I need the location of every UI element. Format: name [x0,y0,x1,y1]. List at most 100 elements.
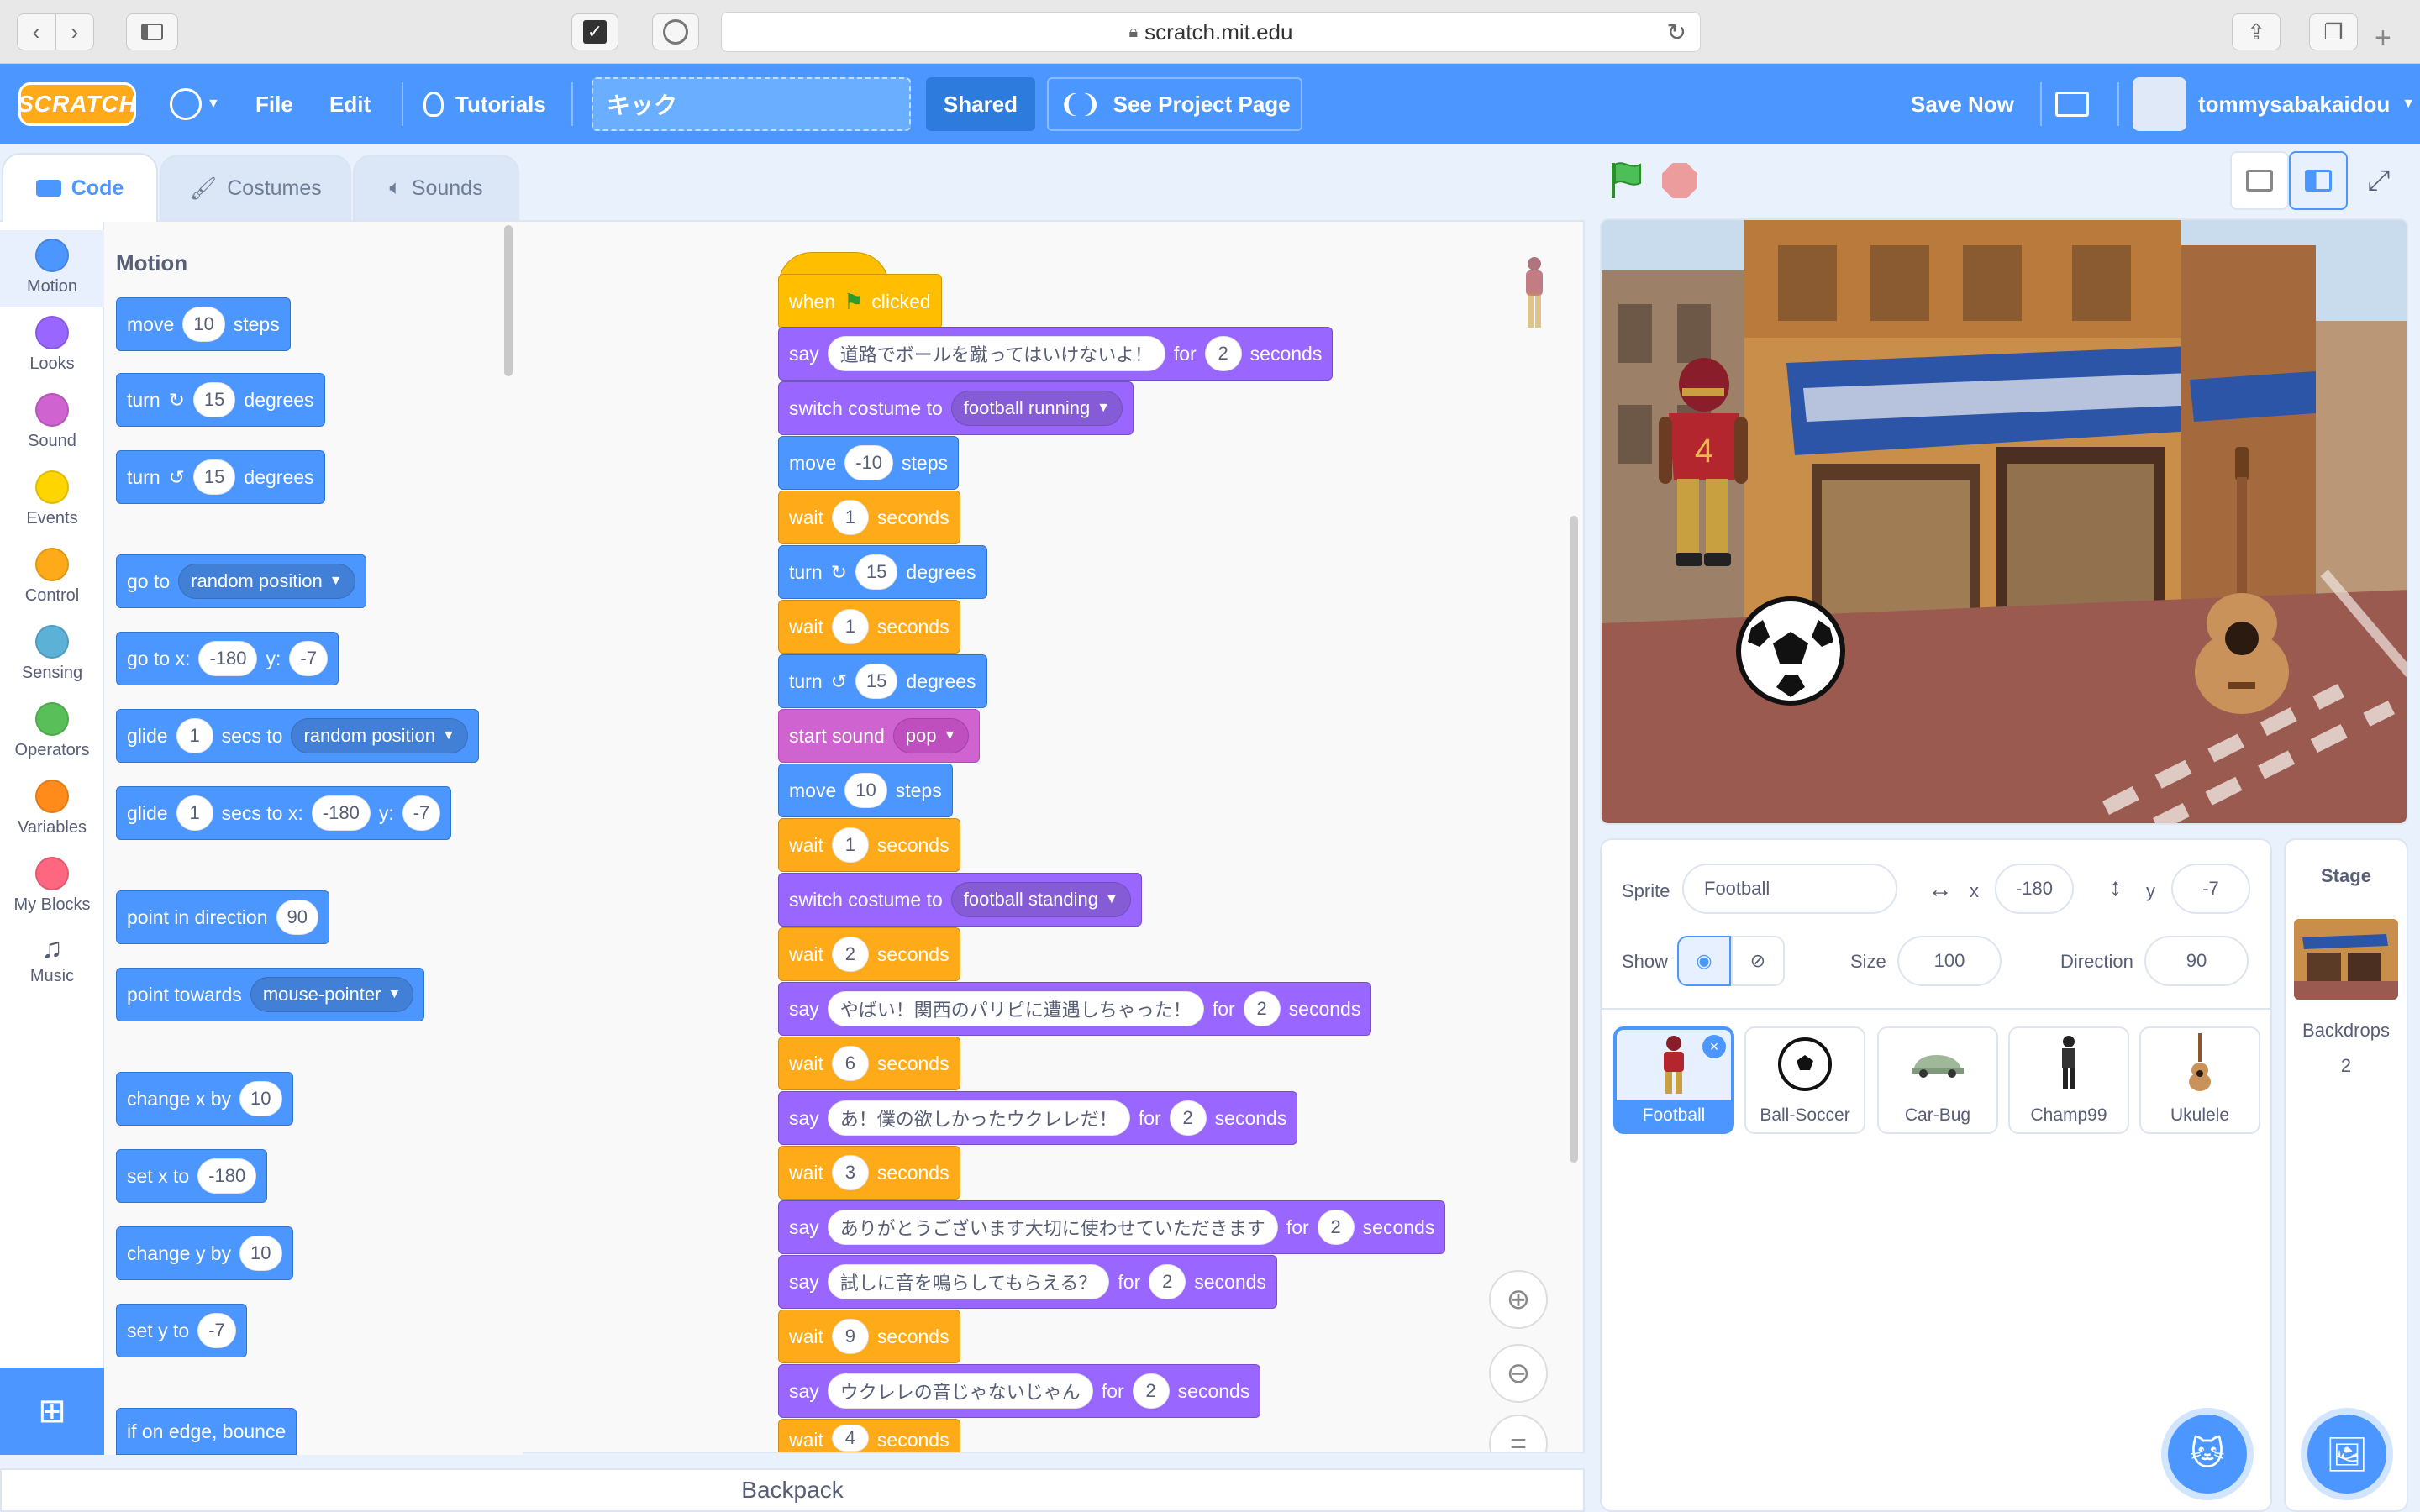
wait-block[interactable]: wait 1 seconds [778,600,960,654]
sprite-tile-football[interactable]: × Football [1613,1026,1734,1134]
number-input[interactable]: 15 [192,459,236,495]
shared-button[interactable]: Shared [926,77,1035,131]
palette-glide-xy-block[interactable]: glide 1 secs to x: -180 y: -7 [116,786,452,840]
file-menu[interactable]: File [255,64,293,144]
text-input[interactable]: ありがとうございます大切に使わせていただきます [827,1210,1278,1245]
y-position-input[interactable]: -7 [2171,864,2250,914]
number-input[interactable]: 4 [831,1425,869,1452]
switch-costume-block[interactable]: switch costume to football standing ▼ [778,873,1142,927]
tutorials-button[interactable]: Tutorials [424,64,546,144]
fullscreen-button[interactable]: ⤢ [2349,151,2408,210]
sprite-tile-car-bug[interactable]: Car-Bug [1877,1026,1998,1134]
forward-button[interactable]: › [55,13,94,50]
reload-icon[interactable]: ↻ [1667,18,1686,46]
palette-set-y-block[interactable]: set y to -7 [116,1304,247,1357]
text-input[interactable]: ウクレレの音じゃないじゃん [827,1373,1093,1409]
sprite-tile-ball-soccer[interactable]: Ball-Soccer [1744,1026,1865,1134]
see-project-page-button[interactable]: ❨❩ See Project Page [1047,77,1302,131]
number-input[interactable]: 15 [855,664,898,699]
tab-sounds[interactable]: 🔈︎ Sounds [353,155,519,220]
number-input[interactable]: -7 [289,641,328,676]
edit-menu[interactable]: Edit [329,64,371,144]
say-for-block[interactable]: say 試しに音を鳴らしてもらえる？ for 2 seconds [778,1255,1277,1309]
palette-change-y-block[interactable]: change y by 10 [116,1226,293,1280]
wait-block[interactable]: wait 1 seconds [778,818,960,872]
number-input[interactable]: 1 [831,500,869,535]
say-for-block[interactable]: say ありがとうございます大切に使わせていただきます for 2 seconds [778,1200,1446,1254]
direction-input[interactable]: 90 [2144,936,2249,986]
sprite-tile-champ99[interactable]: Champ99 [2008,1026,2129,1134]
number-input[interactable]: 2 [1317,1210,1355,1245]
number-input[interactable]: 1 [176,718,213,753]
category-looks[interactable]: Looks [0,307,104,385]
sprite-tile-ukulele[interactable]: Ukulele [2139,1026,2260,1134]
number-input[interactable]: 10 [182,307,225,342]
number-input[interactable]: 2 [831,937,869,972]
number-input[interactable]: -180 [198,641,258,676]
share-button[interactable]: ⇪ [2232,13,2281,50]
number-input[interactable]: 15 [192,382,236,417]
number-input[interactable]: 1 [831,827,869,863]
palette-change-x-block[interactable]: change x by 10 [116,1072,293,1126]
project-title-input[interactable]: キック [592,77,911,131]
text-input[interactable]: あ！僕の欲しかったウクレレだ！ [827,1100,1130,1136]
script-scrollbar[interactable] [1570,516,1578,1163]
delete-sprite-icon[interactable]: × [1702,1035,1726,1058]
number-input[interactable]: 6 [831,1046,869,1081]
new-tab-button[interactable]: + [2375,22,2391,55]
when-flag-clicked-block[interactable]: when ⚑ clicked [778,274,942,329]
dropdown[interactable]: football running ▼ [950,391,1123,426]
number-input[interactable]: -180 [197,1158,257,1194]
palette-bounce-block[interactable]: if on edge, bounce [116,1408,297,1455]
backpack[interactable]: Backpack [0,1468,1585,1512]
account-menu[interactable]: tommysabakaidou ▼ [2133,64,2415,144]
tabs-overview-button[interactable]: ❐ [2309,13,2358,50]
number-input[interactable]: 10 [844,773,887,808]
add-sprite-button[interactable]: 🐱︎ [2168,1415,2247,1494]
dropdown[interactable]: random position ▼ [178,564,355,599]
category-control[interactable]: Control [0,539,104,617]
text-input[interactable]: 試しに音を鳴らしてもらえる？ [827,1264,1110,1299]
wait-block[interactable]: wait 1 seconds [778,491,960,544]
category-sound[interactable]: Sound [0,385,104,462]
tab-costumes[interactable]: 🖌︎ Costumes [160,155,351,220]
say-for-block[interactable]: say やばい！関西のパリピに遭遇しちゃった！ for 2 seconds [778,982,1372,1036]
backdrop-thumbnail[interactable] [2294,919,2398,1000]
normal-stage-button[interactable] [2289,151,2348,210]
wait-block[interactable]: wait 2 seconds [778,927,960,981]
palette-move-block[interactable]: move 10 steps [116,297,291,351]
sprite-name-input[interactable]: Football [1682,864,1897,914]
palette-point-direction-block[interactable]: point in direction 90 [116,890,329,944]
my-stuff-button[interactable] [2055,64,2089,144]
add-extension-button[interactable]: ⊞ [0,1368,104,1455]
number-input[interactable]: 15 [855,554,898,590]
say-for-block[interactable]: say 道路でボールを蹴ってはいけないよ！ for 2 seconds [778,327,1334,381]
palette-scrollbar[interactable] [504,225,513,376]
green-flag-button[interactable] [1608,160,1644,204]
palette-turn-ccw-block[interactable]: turn ↺ 15 degrees [116,450,325,504]
number-input[interactable]: -180 [311,795,371,831]
zoom-in-button[interactable]: ⊕ [1489,1270,1548,1329]
number-input[interactable]: 3 [831,1155,869,1190]
category-operators[interactable]: Operators [0,694,104,771]
move-steps-block[interactable]: move -10 steps [778,436,960,490]
wait-block[interactable]: wait 9 seconds [778,1310,960,1363]
tab-code[interactable]: Code [2,153,158,222]
add-backdrop-button[interactable]: 🖼︎ [2307,1415,2386,1494]
category-music[interactable]: ♫ Music [0,926,104,1003]
switch-costume-block[interactable]: switch costume to football running ▼ [778,381,1134,435]
wait-block[interactable]: wait 3 seconds [778,1146,960,1200]
number-input[interactable]: -7 [402,795,441,831]
address-bar[interactable]: 🔒︎ scratch.mit.edu ↻ [721,12,1701,52]
language-menu[interactable]: ▼ [170,64,220,144]
back-button[interactable]: ‹ [17,13,55,50]
category-events[interactable]: Events [0,462,104,539]
number-input[interactable]: 2 [1204,336,1242,371]
palette-point-towards-block[interactable]: point towards mouse-pointer ▼ [116,968,425,1021]
number-input[interactable]: 2 [1169,1100,1207,1136]
number-input[interactable]: 1 [831,609,869,644]
stop-button[interactable] [1662,163,1697,198]
wait-block[interactable]: wait 4 seconds [778,1419,960,1452]
save-now-button[interactable]: Save Now [1911,64,2014,144]
checkbox-extension-button[interactable]: ✓ [571,13,618,50]
